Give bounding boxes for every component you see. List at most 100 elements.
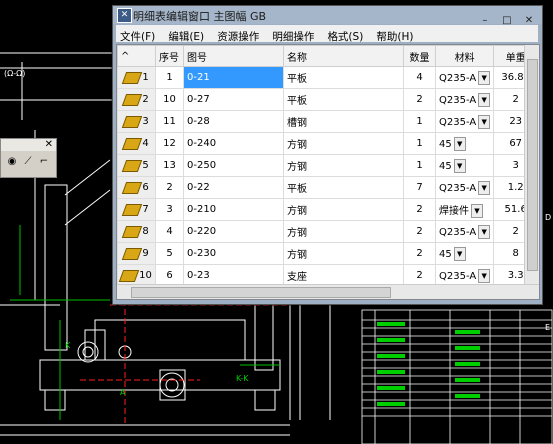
pencil-icon: [122, 115, 143, 128]
cell-name[interactable]: 方钢: [283, 220, 404, 243]
cell-drawing-no[interactable]: 0-27: [183, 88, 284, 111]
chevron-down-icon[interactable]: ▼: [478, 114, 491, 129]
horizontal-scroll-thumb[interactable]: [131, 287, 391, 298]
cell-qty[interactable]: 1: [403, 132, 436, 155]
cell-material[interactable]: 焊接件 ▼: [434, 198, 495, 221]
header-drawing-no[interactable]: 图号: [183, 45, 284, 67]
cell-qty[interactable]: 7: [403, 176, 436, 199]
vertical-scroll-thumb[interactable]: [527, 59, 538, 271]
cell-name[interactable]: 方钢: [283, 242, 404, 265]
cell-qty[interactable]: 2: [403, 198, 436, 221]
cell-material[interactable]: Q235-A ▼: [434, 176, 495, 199]
chevron-down-icon[interactable]: ▼: [453, 136, 466, 151]
cell-name[interactable]: 方钢: [283, 154, 404, 177]
row-header[interactable]: 5: [117, 154, 156, 177]
cell-qty[interactable]: 1: [403, 154, 436, 177]
cell-name[interactable]: 槽钢: [283, 110, 404, 133]
table-row[interactable]: 9 5 0-230 方钢 2 45 ▼ 8: [117, 242, 539, 265]
chevron-down-icon[interactable]: ▼: [478, 180, 491, 195]
cell-name[interactable]: 方钢: [283, 132, 404, 155]
table-row[interactable]: 1 1 0-21 平板 4 Q235-A ▼ 36.83: [117, 66, 539, 89]
row-header[interactable]: 2: [117, 88, 156, 111]
cad-label-a1: A: [120, 388, 126, 397]
cell-drawing-no[interactable]: 0-240: [183, 132, 284, 155]
cell-material[interactable]: 45 ▼: [434, 242, 495, 265]
cell-material[interactable]: 45 ▼: [434, 132, 495, 155]
cell-seq[interactable]: 12: [155, 132, 184, 155]
row-header[interactable]: 6: [117, 176, 156, 199]
chevron-down-icon[interactable]: ▼: [478, 70, 491, 85]
chevron-down-icon[interactable]: ▼: [478, 92, 491, 107]
cell-qty[interactable]: 2: [403, 242, 436, 265]
table-row[interactable]: 4 12 0-240 方钢 1 45 ▼ 67: [117, 132, 539, 155]
table-row[interactable]: 7 3 0-210 方钢 2 焊接件 ▼ 51.6: [117, 198, 539, 221]
cell-qty[interactable]: 2: [403, 88, 436, 111]
cell-material[interactable]: 45 ▼: [434, 154, 495, 177]
table-row[interactable]: 5 13 0-250 方钢 1 45 ▼ 3: [117, 154, 539, 177]
header-qty[interactable]: 数量: [403, 45, 436, 67]
cell-seq[interactable]: 4: [155, 220, 184, 243]
table-row[interactable]: 3 11 0-28 槽钢 1 Q235-A ▼ 23: [117, 110, 539, 133]
cell-seq[interactable]: 10: [155, 88, 184, 111]
row-header[interactable]: 3: [117, 110, 156, 133]
row-number: 9: [142, 248, 149, 259]
cell-seq[interactable]: 13: [155, 154, 184, 177]
cell-material[interactable]: Q235-A ▼: [434, 88, 495, 111]
row-header[interactable]: 4: [117, 132, 156, 155]
row-number: 8: [142, 226, 149, 237]
cell-seq[interactable]: 1: [155, 66, 184, 89]
menu-bom[interactable]: 明细操作: [268, 27, 318, 44]
cell-name[interactable]: 平板: [283, 176, 404, 199]
menu-file[interactable]: 文件(F): [116, 27, 159, 44]
window-titlebar[interactable]: ✕ 明细表编辑窗口 主图幅 GB – □ ✕: [113, 6, 542, 26]
cell-seq[interactable]: 2: [155, 176, 184, 199]
cad-mini-toolbar: ✕ ◉ ⟋ ⌐: [0, 138, 57, 178]
table-row[interactable]: 2 10 0-27 平板 2 Q235-A ▼ 2: [117, 88, 539, 111]
horizontal-scrollbar[interactable]: [117, 284, 539, 299]
cell-drawing-no[interactable]: 0-22: [183, 176, 284, 199]
header-material[interactable]: 材料: [434, 45, 495, 67]
table-row[interactable]: 8 4 0-220 方钢 2 Q235-A ▼ 2: [117, 220, 539, 243]
polyline-tool-icon[interactable]: ⟋: [21, 155, 35, 169]
cell-seq[interactable]: 11: [155, 110, 184, 133]
cell-drawing-no[interactable]: 0-21: [183, 66, 284, 89]
table-row[interactable]: 6 2 0-22 平板 7 Q235-A ▼ 1.2: [117, 176, 539, 199]
close-icon[interactable]: ✕: [45, 139, 53, 150]
cell-qty[interactable]: 1: [403, 110, 436, 133]
cell-seq[interactable]: 3: [155, 198, 184, 221]
row-number: 5: [142, 160, 149, 171]
cell-drawing-no[interactable]: 0-250: [183, 154, 284, 177]
cell-name[interactable]: 平板: [283, 88, 404, 111]
row-header[interactable]: 1: [117, 66, 156, 89]
cell-drawing-no[interactable]: 0-220: [183, 220, 284, 243]
cell-material[interactable]: Q235-A ▼: [434, 220, 495, 243]
cell-name[interactable]: 平板: [283, 66, 404, 89]
chevron-down-icon[interactable]: ▼: [478, 224, 491, 239]
arc-tool-icon[interactable]: ⌐: [37, 155, 51, 169]
cell-material[interactable]: Q235-A ▼: [434, 110, 495, 133]
cell-drawing-no[interactable]: 0-28: [183, 110, 284, 133]
row-header[interactable]: 8: [117, 220, 156, 243]
header-name[interactable]: 名称: [283, 45, 404, 67]
header-corner[interactable]: ^: [117, 45, 156, 67]
chevron-down-icon[interactable]: ▼: [478, 268, 491, 283]
menu-format[interactable]: 格式(S): [323, 27, 367, 44]
header-seq[interactable]: 序号: [155, 45, 184, 67]
cell-drawing-no[interactable]: 0-210: [183, 198, 284, 221]
row-header[interactable]: 9: [117, 242, 156, 265]
circle-tool-icon[interactable]: ◉: [5, 155, 19, 169]
cell-seq[interactable]: 5: [155, 242, 184, 265]
menu-edit[interactable]: 编辑(E): [164, 27, 208, 44]
cell-material[interactable]: Q235-A ▼: [434, 66, 495, 89]
cell-drawing-no[interactable]: 0-230: [183, 242, 284, 265]
cell-qty[interactable]: 4: [403, 66, 436, 89]
row-header[interactable]: 7: [117, 198, 156, 221]
menu-help[interactable]: 帮助(H): [372, 27, 417, 44]
menu-resource[interactable]: 资源操作: [213, 27, 263, 44]
cell-name[interactable]: 方钢: [283, 198, 404, 221]
chevron-down-icon[interactable]: ▼: [453, 158, 466, 173]
chevron-down-icon[interactable]: ▼: [453, 246, 466, 261]
vertical-scrollbar[interactable]: [524, 45, 539, 285]
cell-qty[interactable]: 2: [403, 220, 436, 243]
chevron-down-icon[interactable]: ▼: [471, 203, 483, 218]
